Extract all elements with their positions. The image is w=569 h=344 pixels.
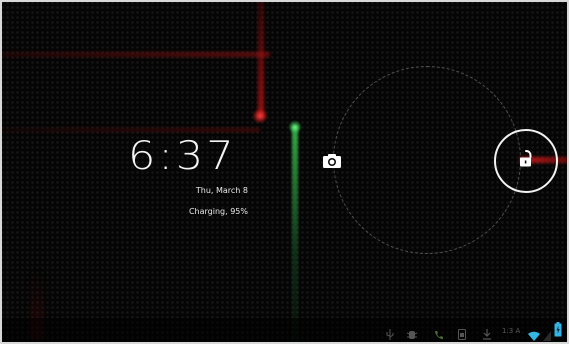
wallpaper-green-beam [292,126,298,344]
clock-time: 6:37 [128,133,237,180]
phone-icon [434,325,443,344]
clock-date: Thu, March 8 [195,186,248,195]
status-bar-time: 1:3 A [502,327,521,335]
status-bar: 1:3 A [0,318,569,344]
wifi-icon [528,326,540,344]
wallpaper-red-beam-vertical [258,0,264,118]
wallpaper-green-node [288,120,302,134]
wallpaper-red-node [252,108,268,124]
unlock-handle[interactable] [494,129,558,193]
signal-bars-icon [543,326,551,344]
unlock-padlock-icon [518,150,534,172]
wallpaper-red-beam-horizontal-lower [0,128,260,132]
unlock-target-ring [333,66,521,254]
charging-status: Charging, 95% [188,207,248,216]
lock-screen: 6:37 Thu, March 8 Charging, 95% 1:3 A [0,0,569,344]
screenshot-icon [458,325,466,344]
battery-charging-icon [554,322,562,341]
debug-icon [406,325,418,344]
wallpaper-red-beam-horizontal [0,52,270,57]
camera-icon[interactable] [322,153,342,169]
download-icon [483,325,491,344]
usb-icon [386,325,394,344]
